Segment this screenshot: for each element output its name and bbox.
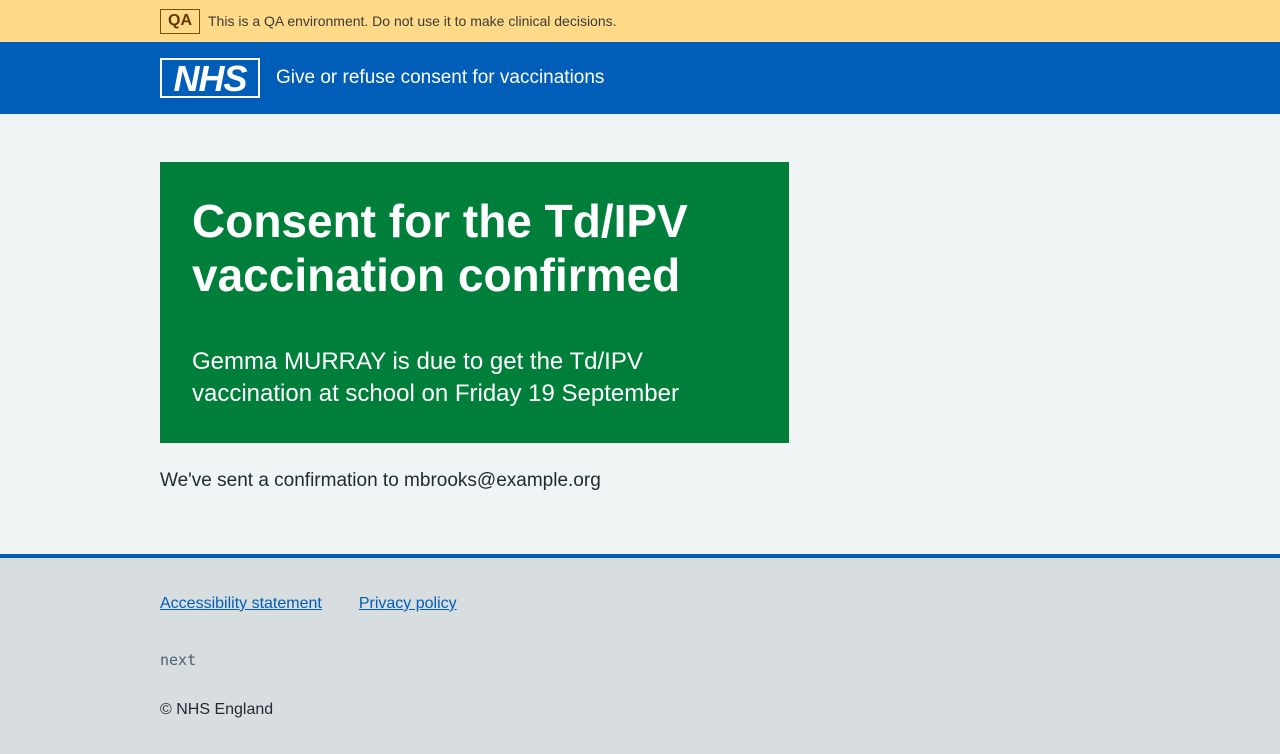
copyright-text: © NHS England <box>160 701 274 718</box>
footer-links: Accessibility statement Privacy policy <box>160 592 1120 616</box>
confirmation-panel: Consent for the Td/IPV vaccination confi… <box>160 162 789 443</box>
environment-tag: QA <box>160 8 200 34</box>
service-name-link[interactable]: Give or refuse consent for vaccinations <box>276 66 604 90</box>
confirmation-email-text: We've sent a confirmation to mbrooks@exa… <box>160 470 601 491</box>
site-footer: Accessibility statement Privacy policy n… <box>0 554 1280 754</box>
nhs-logo[interactable]: NHS <box>160 58 260 98</box>
main-content: Consent for the Td/IPV vaccination confi… <box>0 114 1280 554</box>
accessibility-statement-link[interactable]: Accessibility statement <box>160 595 322 612</box>
svg-text:NHS: NHS <box>173 60 247 96</box>
footer-link-item: Privacy policy <box>359 592 457 616</box>
version-label: next <box>160 651 197 669</box>
site-header: NHS Give or refuse consent for vaccinati… <box>0 42 1280 114</box>
privacy-policy-link[interactable]: Privacy policy <box>359 595 457 612</box>
environment-banner: QA This is a QA environment. Do not use … <box>0 0 1280 42</box>
panel-title: Consent for the Td/IPV vaccination confi… <box>192 195 688 301</box>
footer-link-item: Accessibility statement <box>160 592 322 616</box>
environment-message: This is a QA environment. Do not use it … <box>208 13 617 29</box>
nhs-logo-icon: NHS <box>162 60 258 96</box>
panel-body: Gemma MURRAY is due to get the Td/IPV va… <box>192 348 679 407</box>
